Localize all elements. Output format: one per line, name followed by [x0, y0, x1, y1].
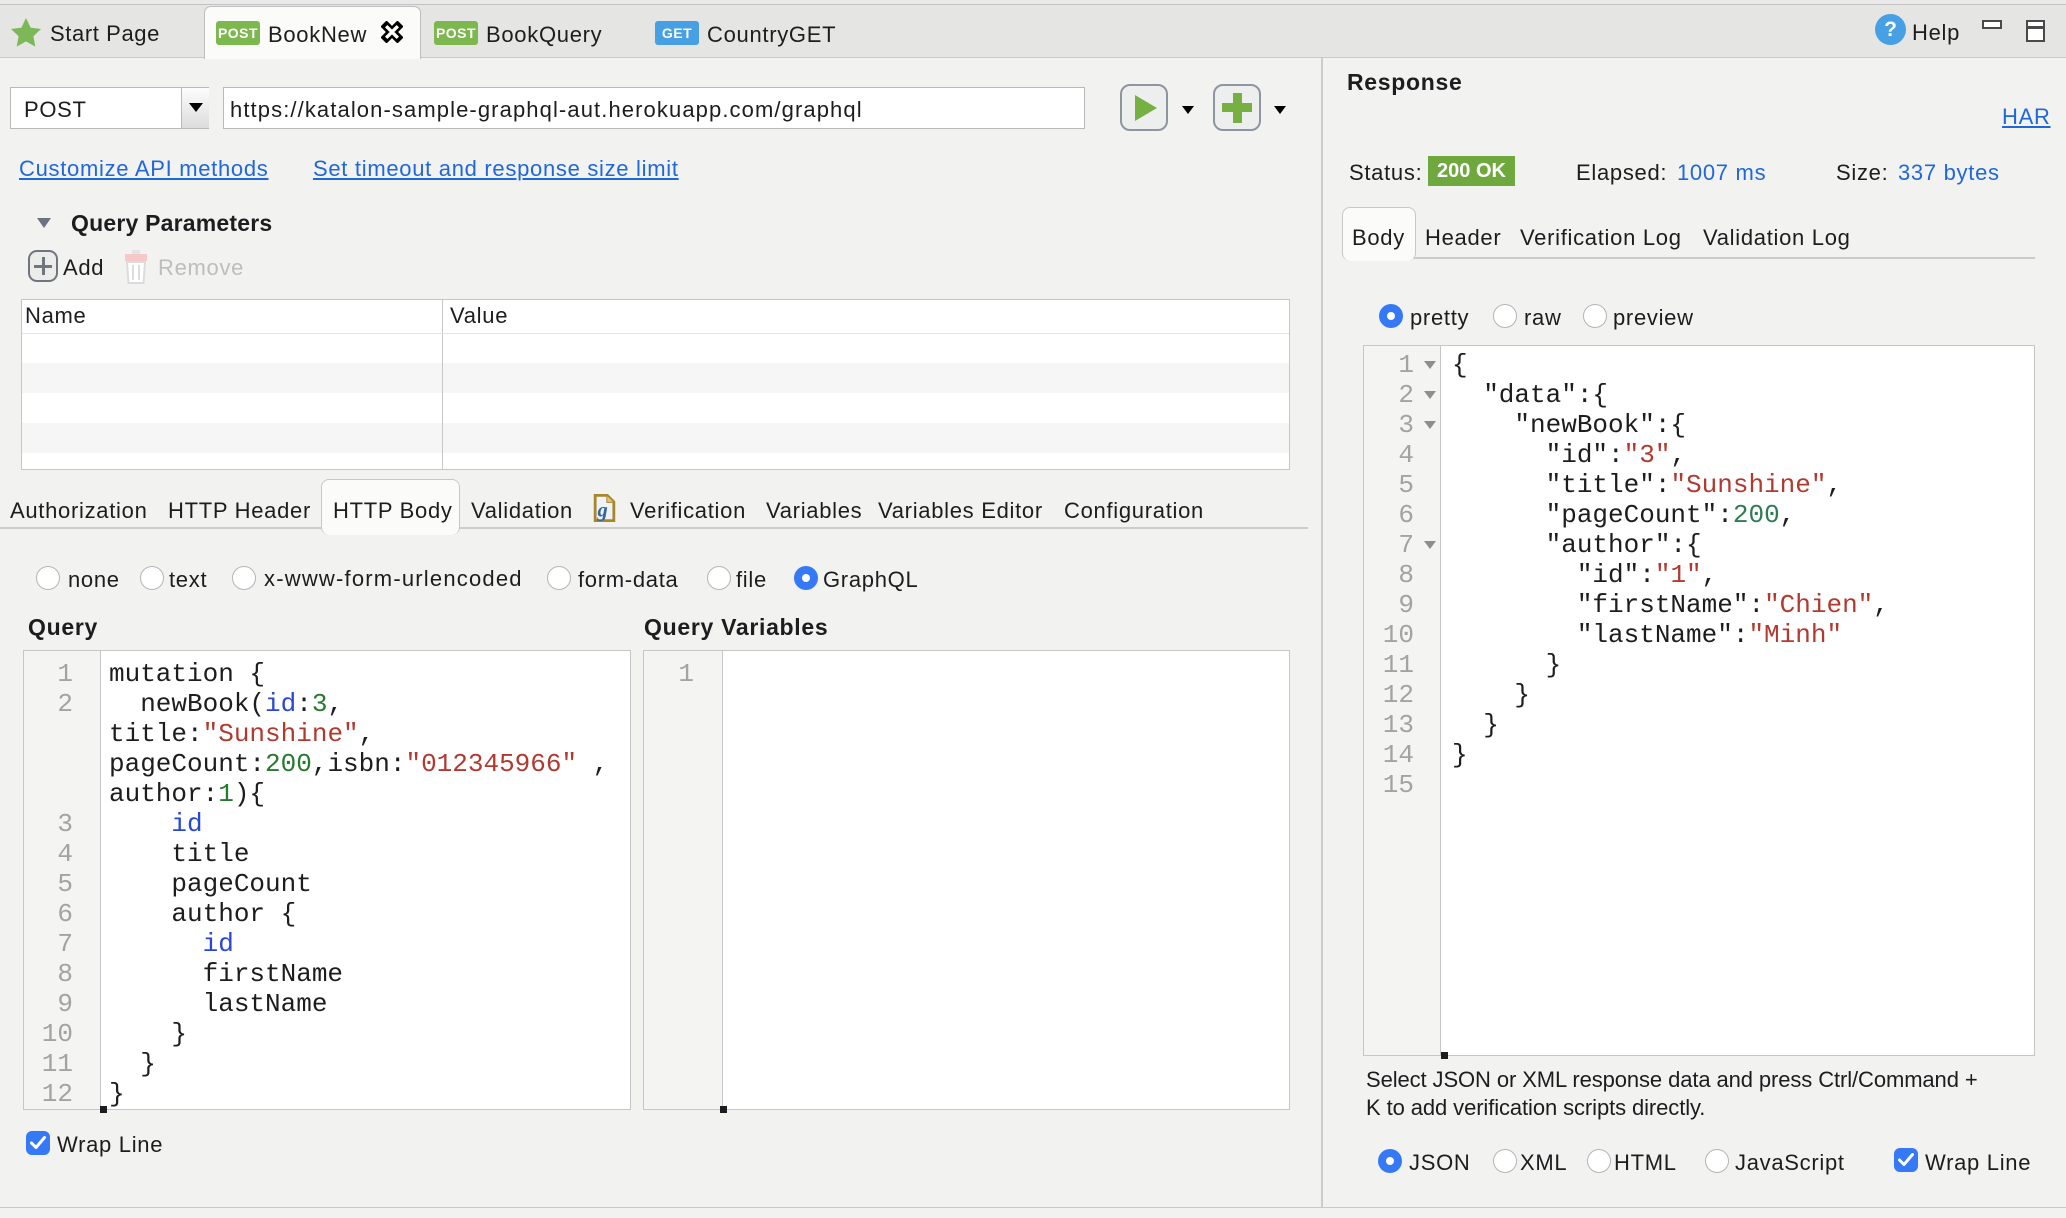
svg-text:g: g [597, 499, 608, 521]
